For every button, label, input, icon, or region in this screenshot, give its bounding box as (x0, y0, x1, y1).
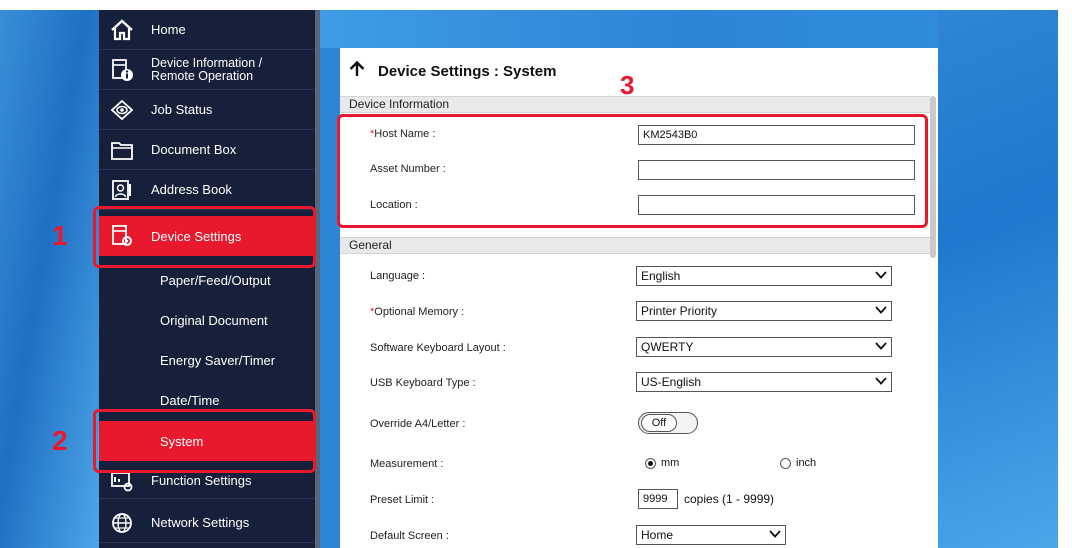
folder-icon (109, 137, 135, 163)
sidebar-item-network-settings[interactable]: Network Settings (99, 503, 315, 543)
sidebar-item-label: Device Information / (151, 55, 263, 70)
sidebar-item-label: Job Status (151, 102, 213, 117)
preset-limit-range-text: copies (1 - 9999) (684, 492, 775, 506)
preset-limit-label: Preset Limit : (370, 494, 435, 506)
measurement-label: Measurement : (370, 458, 444, 470)
optional-memory-label: *Optional Memory : (370, 306, 465, 318)
address-book-icon (109, 177, 135, 203)
page-title: Device Settings : System (348, 60, 556, 82)
sidebar-subitem-energy-saver-timer[interactable]: Energy Saver/Timer (99, 340, 315, 380)
software-keyboard-layout-select[interactable]: QWERTY (636, 337, 892, 357)
measurement-radio-mm[interactable]: mm (645, 457, 679, 469)
radio-unselected-icon (780, 457, 791, 469)
measurement-radio-inch[interactable]: inch (780, 457, 816, 469)
preset-limit-input[interactable]: 9999 (638, 489, 678, 509)
override-a4-letter-label: Override A4/Letter : (370, 418, 466, 430)
default-screen-label: Default Screen : (370, 530, 449, 542)
network-globe-icon (109, 510, 135, 536)
radio-selected-icon (645, 457, 656, 469)
toggle-knob: Off (641, 414, 677, 432)
sidebar-item-label: Document Box (151, 142, 237, 157)
software-keyboard-layout-label: Software Keyboard Layout : (370, 342, 506, 354)
sidebar-item-document-box[interactable]: Document Box (99, 130, 315, 170)
callout-box-device-settings (93, 206, 316, 268)
optional-memory-select[interactable]: Printer Priority (636, 301, 892, 321)
desktop-background-left (0, 0, 99, 548)
section-header-general: General (340, 237, 930, 254)
callout-box-system (93, 409, 316, 473)
usb-keyboard-type-select[interactable]: US-English (636, 372, 892, 392)
chevron-down-icon (875, 305, 887, 317)
section-header-device-information: Device Information (340, 96, 930, 113)
sidebar-item-label: Address Book (151, 182, 232, 197)
sidebar-item-device-information[interactable]: Device Information / Remote Operation (99, 50, 315, 90)
sidebar-item-home[interactable]: Home (99, 10, 315, 50)
sidebar-item-job-status[interactable]: Job Status (99, 90, 315, 130)
eye-icon (109, 97, 135, 123)
sidebar-item-label: Home (151, 22, 186, 37)
usb-keyboard-type-label: USB Keyboard Type : (370, 377, 476, 389)
callout-number-1: 1 (52, 220, 68, 251)
scrollbar[interactable] (930, 96, 936, 258)
sidebar-item-label-line2: Remote Operation (151, 68, 254, 83)
callout-number-2: 2 (52, 425, 68, 456)
up-arrow-icon[interactable] (348, 60, 366, 82)
home-icon (109, 17, 135, 43)
sidebar-item-label: Network Settings (151, 515, 250, 530)
device-info-icon (109, 57, 135, 83)
chevron-down-icon (875, 270, 887, 282)
sidebar-item-label: Function Settings (151, 473, 252, 488)
page-title-text: Device Settings : System (378, 62, 557, 80)
default-screen-select[interactable]: Home (636, 525, 786, 545)
chevron-down-icon (875, 341, 887, 353)
callout-number-3: 3 (620, 70, 635, 100)
language-label: Language : (370, 270, 426, 282)
chevron-down-icon (769, 529, 781, 541)
screen: Home Device Information / Remote Operati… (0, 0, 1072, 548)
override-a4-letter-toggle[interactable]: Off (638, 412, 698, 434)
desktop-background-right (938, 10, 1058, 548)
sidebar-subitem-original-document[interactable]: Original Document (99, 300, 315, 340)
sidebar-item-address-book[interactable]: Address Book (99, 170, 315, 210)
language-select[interactable]: English (636, 266, 892, 286)
chevron-down-icon (875, 376, 887, 388)
callout-box-device-information (337, 114, 928, 228)
